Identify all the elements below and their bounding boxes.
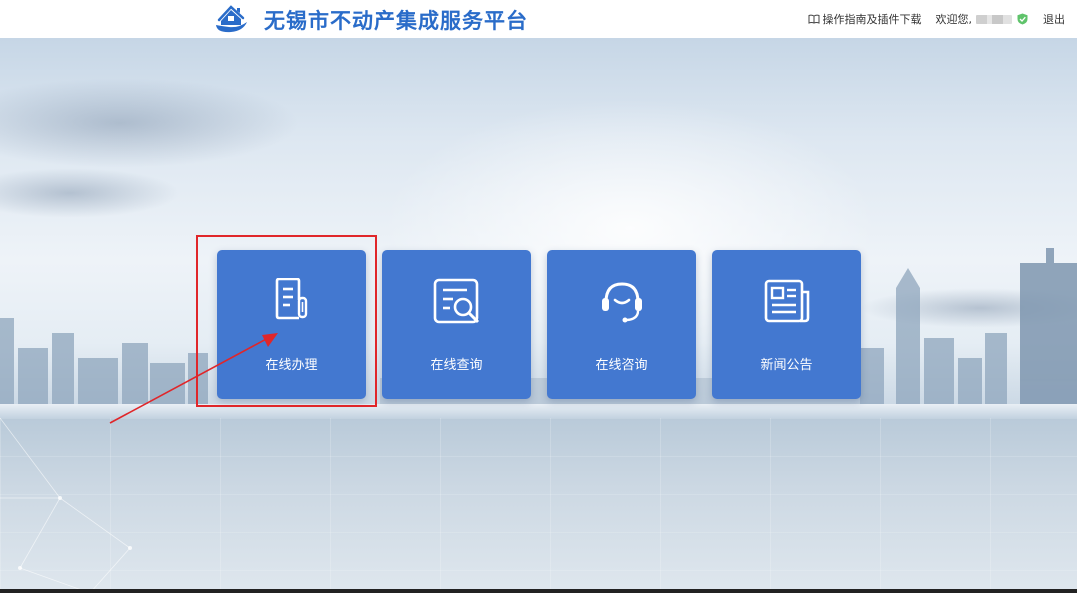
tile-online-consult[interactable]: 在线咨询 [547,250,696,399]
tile-news[interactable]: 新闻公告 [712,250,861,399]
bottom-border [0,589,1077,593]
book-icon [808,14,819,24]
guide-link-label: 操作指南及插件下载 [822,13,922,26]
tile-label: 在线咨询 [595,358,648,373]
red-pointer-arrow [109,333,278,424]
tile-label: 新闻公告 [760,358,813,373]
headset-icon [601,282,642,323]
tile-online-query[interactable]: 在线查询 [382,250,531,399]
username-redacted [976,14,1012,24]
shield-check-icon [1017,13,1028,25]
logout-link[interactable]: 退出 [1043,11,1065,27]
cloud [0,78,300,168]
newspaper-icon [764,279,809,323]
cloud [0,168,180,218]
site-title: 无锡市不动产集成服务平台 [264,9,528,33]
document-search-icon [433,278,479,324]
tile-label: 在线查询 [430,358,483,373]
header-user-area: 操作指南及插件下载 欢迎您, 退出 [808,11,1065,27]
guide-download-link[interactable]: 操作指南及插件下载 [808,11,922,27]
welcome-text: 欢迎您, [935,13,973,26]
top-header: 无锡市不动产集成服务平台 操作指南及插件下载 欢迎您, 退出 [0,0,1077,38]
house-logo-icon [216,5,247,33]
